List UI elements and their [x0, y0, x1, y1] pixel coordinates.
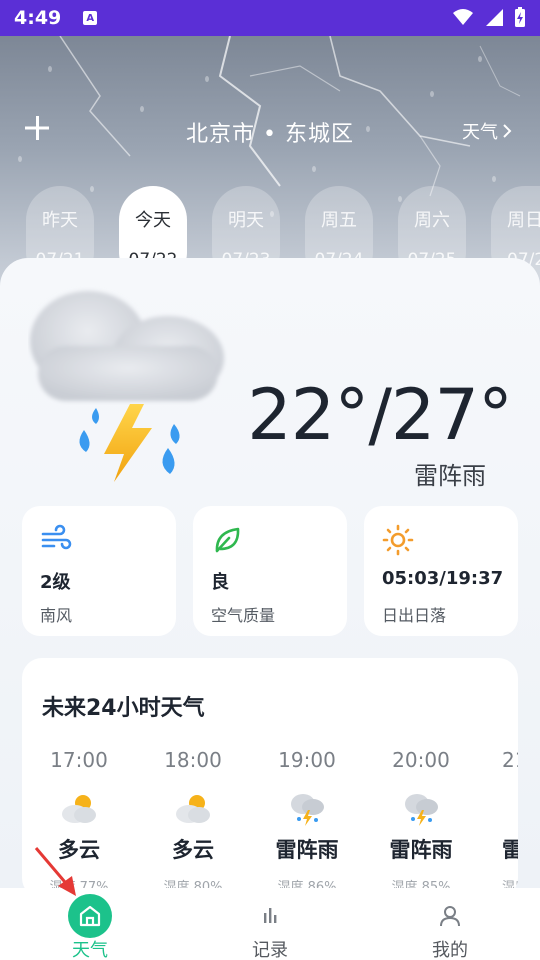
wifi-icon: [453, 9, 473, 25]
sunrise-card[interactable]: 05:03/19:37 日出日落: [364, 506, 518, 636]
person-icon: [428, 894, 472, 938]
home-icon: [68, 894, 112, 938]
thunderstorm-icon: [291, 794, 324, 826]
thunderstorm-icon: [514, 788, 518, 828]
nav-label: 记录: [252, 940, 288, 960]
day-tab-name: 周六: [414, 210, 450, 231]
day-tab-name: 昨天: [42, 210, 78, 231]
hour-time: 20:00: [392, 748, 450, 772]
hour-condition: 雷阵雨: [275, 838, 339, 862]
nav-tab-records[interactable]: 记录: [180, 888, 360, 960]
leaf-icon: [215, 527, 240, 553]
day-tab-name: 今天: [135, 210, 171, 231]
nav-tab-weather[interactable]: 天气: [0, 888, 180, 960]
air-quality-value: 良: [211, 572, 229, 593]
hour-condition: 多云: [172, 838, 214, 862]
partly-cloudy-icon: [176, 795, 210, 823]
wind-icon: [41, 524, 72, 550]
nav-label: 天气: [72, 940, 108, 960]
hour-time: 18:00: [164, 748, 222, 772]
status-time: 4:49: [14, 7, 62, 29]
air-quality-label: 空气质量: [211, 606, 276, 625]
partly-cloudy-icon: [62, 795, 96, 823]
hour-time: 19:00: [278, 748, 336, 772]
hourly-item[interactable]: 20:00 雷阵雨 湿度 85%: [376, 748, 466, 895]
weather-link-label: 天气: [462, 122, 498, 143]
hourly-item[interactable]: 21:00 雷阵雨 湿度 85%: [490, 748, 518, 895]
hour-condition: 雷阵雨: [502, 838, 518, 862]
day-tab-name: 明天: [228, 210, 264, 231]
day-tab-name: 周日: [507, 210, 540, 231]
wind-direction: 南风: [40, 606, 73, 625]
location-title[interactable]: 北京市 • 东城区: [0, 116, 540, 148]
info-cards: 2级 南风 良 空气质量 05:03/19:37 日出日落: [22, 506, 518, 636]
hour-time: 21:00: [502, 748, 518, 772]
current-condition: 雷阵雨: [414, 462, 486, 490]
battery-icon: [515, 7, 525, 27]
weather-link-button[interactable]: 天气: [462, 118, 512, 144]
sunrise-sunset-time: 05:03/19:37: [382, 568, 504, 589]
forecast-title: 未来24小时天气: [42, 696, 205, 721]
app-notification-icon: A: [83, 11, 98, 25]
thunderstorm-icon: [30, 291, 224, 482]
wind-level: 2级: [40, 572, 71, 593]
hour-condition: 雷阵雨: [389, 838, 453, 862]
hour-time: 17:00: [50, 748, 108, 772]
air-quality-card[interactable]: 良 空气质量: [193, 506, 347, 636]
hourly-item[interactable]: 19:00 雷阵雨 湿度 86%: [262, 748, 352, 895]
current-temperature: 22°/27°: [247, 374, 513, 456]
day-tab-name: 周五: [321, 210, 357, 231]
nav-tab-profile[interactable]: 我的: [360, 888, 540, 960]
hourly-forecast-card: 未来24小时天气 17:00 多云 湿度 77% 18:00 多云 湿度 80%…: [22, 658, 518, 898]
signal-icon: [486, 9, 503, 26]
chevron-right-icon: [503, 124, 512, 138]
annotation-arrow: [34, 847, 76, 896]
status-indicators: [452, 6, 526, 28]
chart-icon: [248, 894, 292, 938]
sunrise-sunset-label: 日出日落: [382, 606, 447, 625]
hourly-item[interactable]: 18:00 多云 湿度 80%: [148, 748, 238, 895]
wind-card[interactable]: 2级 南风: [22, 506, 176, 636]
top-bar: 北京市 • 东城区 天气: [0, 100, 540, 160]
sun-icon: [382, 524, 414, 556]
nav-label: 我的: [432, 940, 468, 960]
thunderstorm-icon: [405, 794, 438, 826]
status-bar: 4:49 A: [0, 0, 540, 36]
